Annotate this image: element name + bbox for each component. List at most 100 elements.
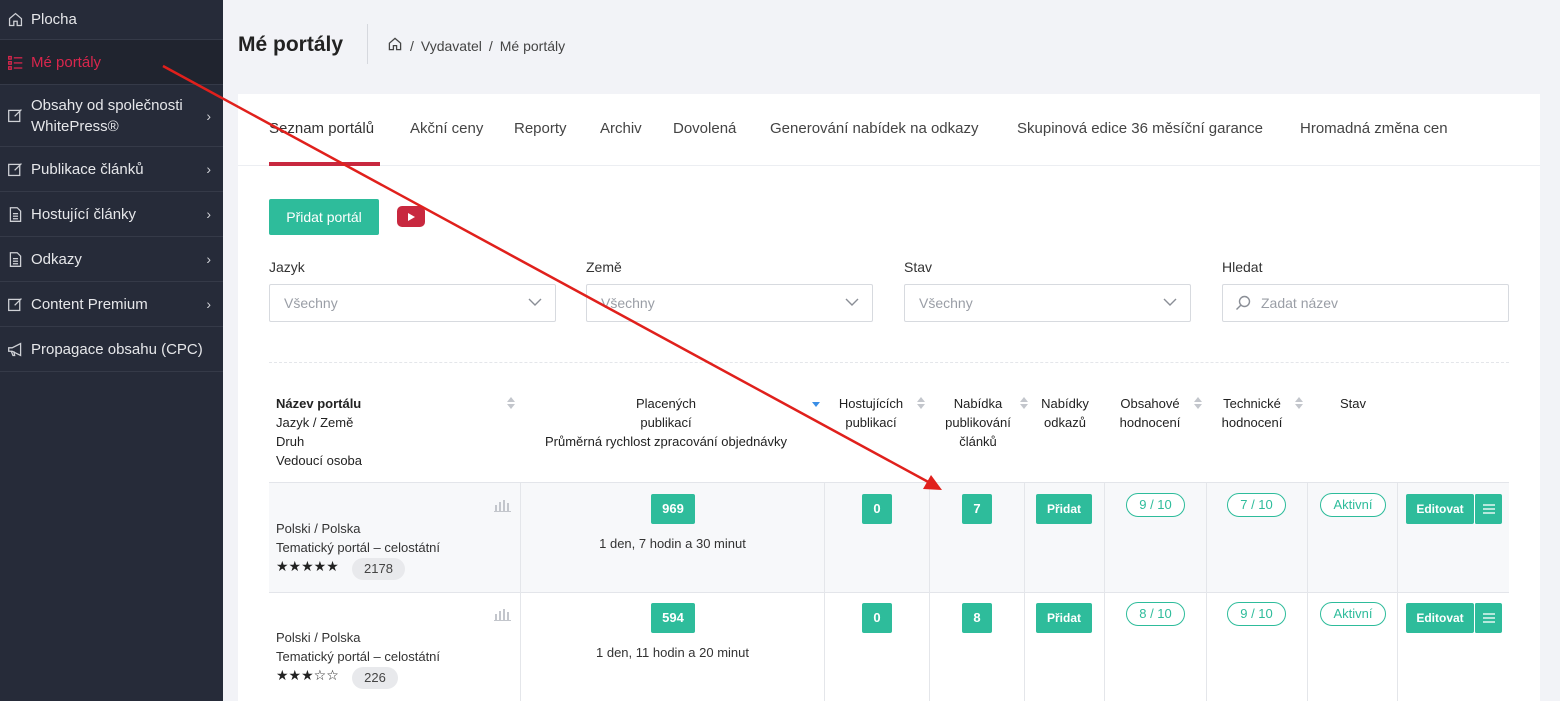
sidebar-item-odkazy[interactable]: Odkazy › [0, 237, 223, 282]
rating-stars: ★★★★★ [276, 558, 339, 574]
offer-count-badge[interactable]: 8 [962, 603, 992, 633]
paid-count-badge[interactable]: 969 [651, 494, 695, 524]
sidebar-item-label: Plocha [31, 11, 77, 28]
rating-count: 226 [352, 667, 398, 689]
portal-type: Tematický portál – celostátní [276, 540, 441, 555]
tab-reporty[interactable]: Reporty [514, 120, 567, 137]
row-divider [269, 592, 1509, 593]
header-line: Vedoucí osoba [276, 453, 363, 468]
sort-icon[interactable] [507, 397, 515, 409]
add-link-offer-button[interactable]: Přidat [1036, 494, 1092, 524]
sidebar-item-content-premium[interactable]: Content Premium › [0, 282, 223, 327]
add-portal-button[interactable]: Přidat portál [269, 199, 379, 235]
tab-bar: Seznam portálů Akční ceny Reporty Archiv… [238, 94, 1540, 166]
portal-lang-country: Polski / Polska [276, 521, 361, 536]
country-select[interactable]: Všechny [586, 284, 873, 322]
sort-icon[interactable] [1194, 397, 1202, 409]
row-menu-button[interactable] [1474, 494, 1502, 524]
hamburger-icon [1482, 504, 1495, 514]
sidebar-item-propagace[interactable]: Propagace obsahu (CPC) [0, 327, 223, 372]
portal-type: Tematický portál – celostátní [276, 649, 441, 664]
col-header-state: Stav [1339, 396, 1366, 411]
sidebar-item-hostujici[interactable]: Hostující články › [0, 192, 223, 237]
sidebar-item-label: Propagace obsahu (CPC) [31, 340, 203, 358]
tab-seznam-portalu[interactable]: Seznam portálů [269, 120, 374, 137]
search-input[interactable] [1261, 295, 1481, 311]
chevron-right-icon: › [206, 161, 211, 177]
bar-chart-icon[interactable] [494, 608, 511, 621]
sort-icon[interactable] [917, 397, 925, 409]
rating-stars: ★★★☆☆ [276, 667, 339, 683]
technical-rating-badge: 9 / 10 [1227, 602, 1286, 626]
header-line: Jazyk / Země [276, 415, 354, 430]
row-menu-button[interactable] [1474, 603, 1502, 633]
sidebar-item-obsahy[interactable]: Obsahy od společnosti WhitePress® › [0, 85, 223, 147]
header-line: hodnocení [1221, 415, 1283, 430]
header-line: článků [959, 434, 997, 449]
header-line: Technické [1223, 396, 1281, 411]
megaphone-icon [5, 339, 25, 359]
portal-list-card: Seznam portálů Akční ceny Reporty Archiv… [238, 94, 1540, 701]
filters-divider [269, 362, 1509, 363]
tab-generovani[interactable]: Generování nabídek na odkazy [770, 120, 978, 137]
sidebar-item-label-line2: WhitePress® [31, 117, 119, 135]
technical-rating-badge: 7 / 10 [1227, 493, 1286, 517]
home-icon[interactable] [387, 36, 403, 55]
sort-desc-icon[interactable] [812, 397, 820, 409]
edit-button[interactable]: Editovat [1406, 494, 1474, 524]
header-line: Nabídky [1041, 396, 1089, 411]
tab-dovolena[interactable]: Dovolená [673, 120, 736, 137]
tab-hromadna-zmena[interactable]: Hromadná změna cen [1300, 120, 1448, 137]
sidebar-item-label: Hostující články [31, 205, 137, 223]
edit-button[interactable]: Editovat [1406, 603, 1474, 633]
header-line: Obsahové [1120, 396, 1180, 411]
sidebar-item-me-portaly[interactable]: Mé portály [0, 40, 223, 85]
col-header-content-rating[interactable]: Obsahové hodnocení [1110, 394, 1190, 432]
language-select[interactable]: Všechny [269, 284, 556, 322]
sidebar: Plocha Mé portály Obsahy od společnosti W… [0, 0, 223, 701]
edit-icon [5, 106, 25, 126]
column-divider [1397, 483, 1398, 701]
column-divider [1307, 483, 1308, 701]
sidebar-item-plocha[interactable]: Plocha [0, 0, 223, 40]
chevron-down-icon [1163, 298, 1177, 306]
breadcrumb: / Vydavatel / Mé portály [387, 36, 565, 55]
header-line: publikací [845, 415, 897, 430]
col-header-technical-rating[interactable]: Technické hodnocení [1212, 394, 1292, 432]
status-badge: Aktivní [1320, 493, 1386, 517]
sidebar-item-label: Mé portály [31, 53, 102, 71]
sidebar-item-publikace[interactable]: Publikace článků › [0, 147, 223, 192]
header-line: Hostujících [838, 396, 904, 411]
state-select-value: Všechny [919, 295, 973, 311]
sort-icon[interactable] [1295, 397, 1303, 409]
offer-count-badge[interactable]: 7 [962, 494, 992, 524]
sidebar-item-label: Content Premium [31, 295, 148, 313]
breadcrumb-separator: / [410, 37, 414, 54]
col-header-paid[interactable]: Placených publikací Průměrná rychlost zp… [521, 394, 811, 451]
chevron-down-icon [528, 298, 542, 306]
sort-icon[interactable] [1020, 397, 1028, 409]
col-header-offer[interactable]: Nabídka publikování článků [938, 394, 1018, 451]
page-title: Mé portály [238, 33, 344, 56]
hosting-count-badge[interactable]: 0 [862, 494, 892, 524]
tab-akcni-ceny[interactable]: Akční ceny [410, 120, 483, 137]
youtube-icon[interactable] [397, 206, 425, 227]
state-select[interactable]: Všechny [904, 284, 1191, 322]
breadcrumb-vydavatel[interactable]: Vydavatel [421, 38, 482, 54]
add-link-offer-button[interactable]: Přidat [1036, 603, 1092, 633]
column-divider [929, 483, 930, 701]
tab-archiv[interactable]: Archiv [600, 120, 642, 137]
search-field [1222, 284, 1509, 322]
home-icon [5, 10, 25, 30]
page-header: Mé portály / Vydavatel / Mé portály [223, 0, 1560, 93]
breadcrumb-separator: / [488, 37, 493, 54]
col-header-portal-name[interactable]: Název portálu Jazyk / Země Druh Vedoucí … [276, 394, 362, 470]
language-select-value: Všechny [284, 295, 338, 311]
paid-count-badge[interactable]: 594 [651, 603, 695, 633]
bar-chart-icon[interactable] [494, 499, 511, 512]
breadcrumb-current: Mé portály [499, 37, 566, 54]
status-badge: Aktivní [1320, 602, 1386, 626]
col-header-hosting[interactable]: Hostujících publikací [830, 394, 912, 432]
tab-skupinova-edice[interactable]: Skupinová edice 36 měsíční garance [1017, 120, 1263, 137]
hosting-count-badge[interactable]: 0 [862, 603, 892, 633]
